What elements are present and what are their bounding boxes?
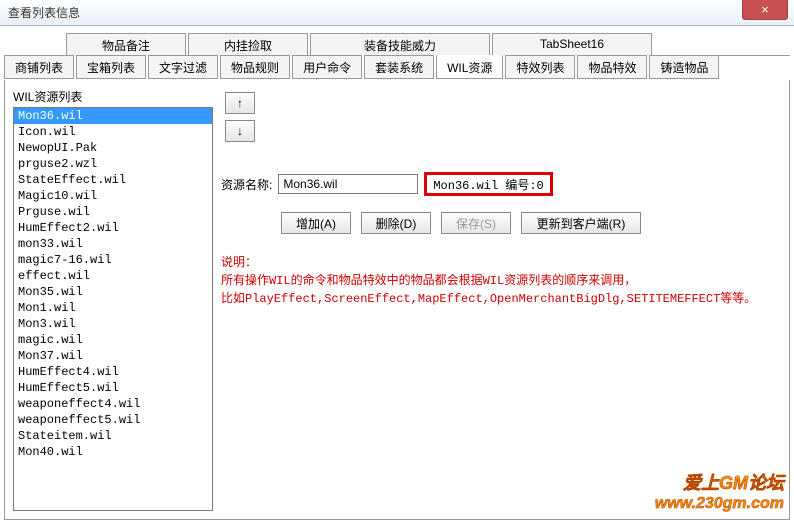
move-up-button[interactable]: ↑ bbox=[225, 92, 255, 114]
close-button[interactable]: × bbox=[742, 0, 788, 20]
close-icon: × bbox=[761, 2, 769, 17]
delete-button[interactable]: 删除(D) bbox=[361, 212, 431, 234]
tab-shop-list[interactable]: 商铺列表 bbox=[4, 55, 74, 79]
list-item[interactable]: NewopUI.Pak bbox=[14, 140, 212, 156]
tab-text-filter[interactable]: 文字过滤 bbox=[148, 55, 218, 79]
tab-content: WIL资源列表 Mon36.wilIcon.wilNewopUI.Pakprgu… bbox=[4, 80, 790, 520]
tabs-row-top: 物品备注 内挂捡取 装备技能威力 TabSheet16 bbox=[4, 32, 790, 56]
list-caption: WIL资源列表 bbox=[13, 88, 213, 105]
add-button[interactable]: 增加(A) bbox=[281, 212, 351, 234]
tab-effect-list[interactable]: 特效列表 bbox=[505, 55, 575, 79]
wil-listbox[interactable]: Mon36.wilIcon.wilNewopUI.Pakprguse2.wzlS… bbox=[13, 107, 213, 511]
list-item[interactable]: weaponeffect5.wil bbox=[14, 412, 212, 428]
list-item[interactable]: Icon.wil bbox=[14, 124, 212, 140]
tab-user-cmd[interactable]: 用户命令 bbox=[292, 55, 362, 79]
tab-item-rule[interactable]: 物品规则 bbox=[220, 55, 290, 79]
tab-spacer bbox=[4, 33, 64, 56]
tab-wil-resource[interactable]: WIL资源 bbox=[436, 55, 503, 79]
list-item[interactable]: mon33.wil bbox=[14, 236, 212, 252]
resource-info-box: Mon36.wil 编号:0 bbox=[424, 172, 552, 196]
resource-name-input[interactable] bbox=[278, 174, 418, 194]
resource-name-label: 资源名称: bbox=[221, 176, 272, 193]
desc-line1: 所有操作WIL的命令和物品特效中的物品都会根据WIL资源列表的顺序来调用， bbox=[221, 272, 781, 290]
desc-line2: 比如PlayEffect,ScreenEffect,MapEffect,Open… bbox=[221, 290, 781, 308]
list-item[interactable]: magic.wil bbox=[14, 332, 212, 348]
list-item[interactable]: Prguse.wil bbox=[14, 204, 212, 220]
list-item[interactable]: magic7-16.wil bbox=[14, 252, 212, 268]
list-item[interactable]: Magic10.wil bbox=[14, 188, 212, 204]
list-item[interactable]: weaponeffect4.wil bbox=[14, 396, 212, 412]
list-item[interactable]: HumEffect5.wil bbox=[14, 380, 212, 396]
list-item[interactable]: effect.wil bbox=[14, 268, 212, 284]
list-item[interactable]: Mon1.wil bbox=[14, 300, 212, 316]
list-item[interactable]: Stateitem.wil bbox=[14, 428, 212, 444]
title-bar: 查看列表信息 × bbox=[0, 0, 794, 26]
desc-heading: 说明： bbox=[221, 254, 781, 272]
list-item[interactable]: HumEffect2.wil bbox=[14, 220, 212, 236]
list-item[interactable]: Mon36.wil bbox=[14, 108, 212, 124]
update-client-button[interactable]: 更新到客户端(R) bbox=[521, 212, 641, 234]
list-item[interactable]: StateEffect.wil bbox=[14, 172, 212, 188]
list-item[interactable]: prguse2.wzl bbox=[14, 156, 212, 172]
list-item[interactable]: Mon35.wil bbox=[14, 284, 212, 300]
list-item[interactable]: Mon3.wil bbox=[14, 316, 212, 332]
tab-item-remark[interactable]: 物品备注 bbox=[66, 33, 186, 56]
tabs-row-bottom: 商铺列表 宝箱列表 文字过滤 物品规则 用户命令 套装系统 WIL资源 特效列表… bbox=[4, 56, 790, 80]
description-block: 说明： 所有操作WIL的命令和物品特效中的物品都会根据WIL资源列表的顺序来调用… bbox=[221, 254, 781, 308]
tab-pickup[interactable]: 内挂捡取 bbox=[188, 33, 308, 56]
resource-info-text: Mon36.wil 编号:0 bbox=[433, 176, 543, 193]
tab-chest-list[interactable]: 宝箱列表 bbox=[76, 55, 146, 79]
tab-suit-system[interactable]: 套装系统 bbox=[364, 55, 434, 79]
window-title: 查看列表信息 bbox=[8, 4, 80, 21]
tab-item-effect[interactable]: 物品特效 bbox=[577, 55, 647, 79]
list-item[interactable]: HumEffect4.wil bbox=[14, 364, 212, 380]
tab-sheet16[interactable]: TabSheet16 bbox=[492, 33, 652, 56]
move-down-button[interactable]: ↓ bbox=[225, 120, 255, 142]
tab-forge-item[interactable]: 铸造物品 bbox=[649, 55, 719, 79]
save-button: 保存(S) bbox=[441, 212, 511, 234]
tab-equip-power[interactable]: 装备技能威力 bbox=[310, 33, 490, 56]
list-item[interactable]: Mon40.wil bbox=[14, 444, 212, 460]
list-item[interactable]: Mon37.wil bbox=[14, 348, 212, 364]
